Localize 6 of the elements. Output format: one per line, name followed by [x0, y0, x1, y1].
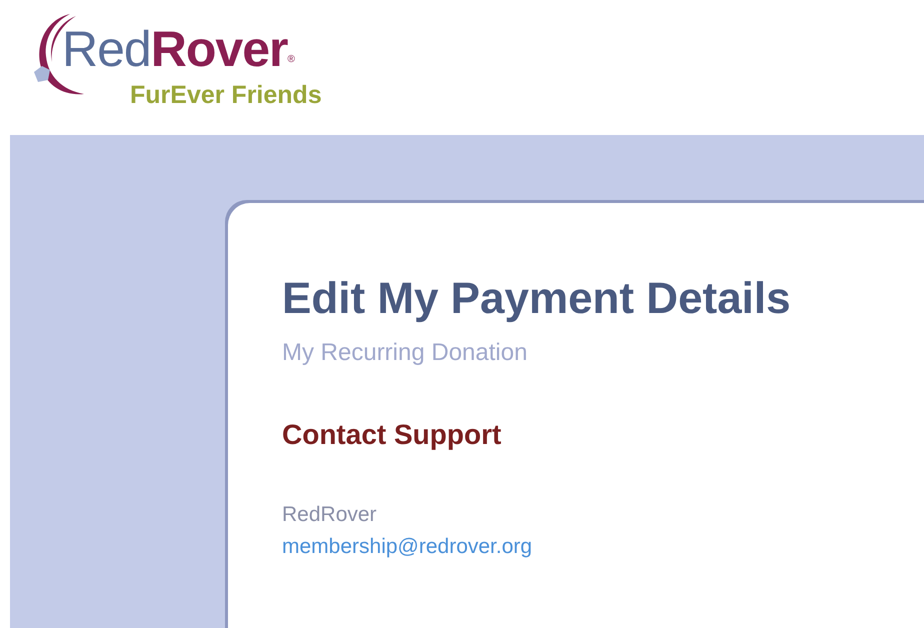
page-subtitle: My Recurring Donation [282, 339, 528, 367]
section-heading: Contact Support [282, 419, 502, 451]
brand-tagline: FurEver Friends [130, 81, 322, 110]
organization-name: RedRover [282, 503, 378, 527]
page-title: Edit My Payment Details [282, 273, 792, 325]
email-link[interactable]: membership@redrover.org [282, 535, 924, 559]
